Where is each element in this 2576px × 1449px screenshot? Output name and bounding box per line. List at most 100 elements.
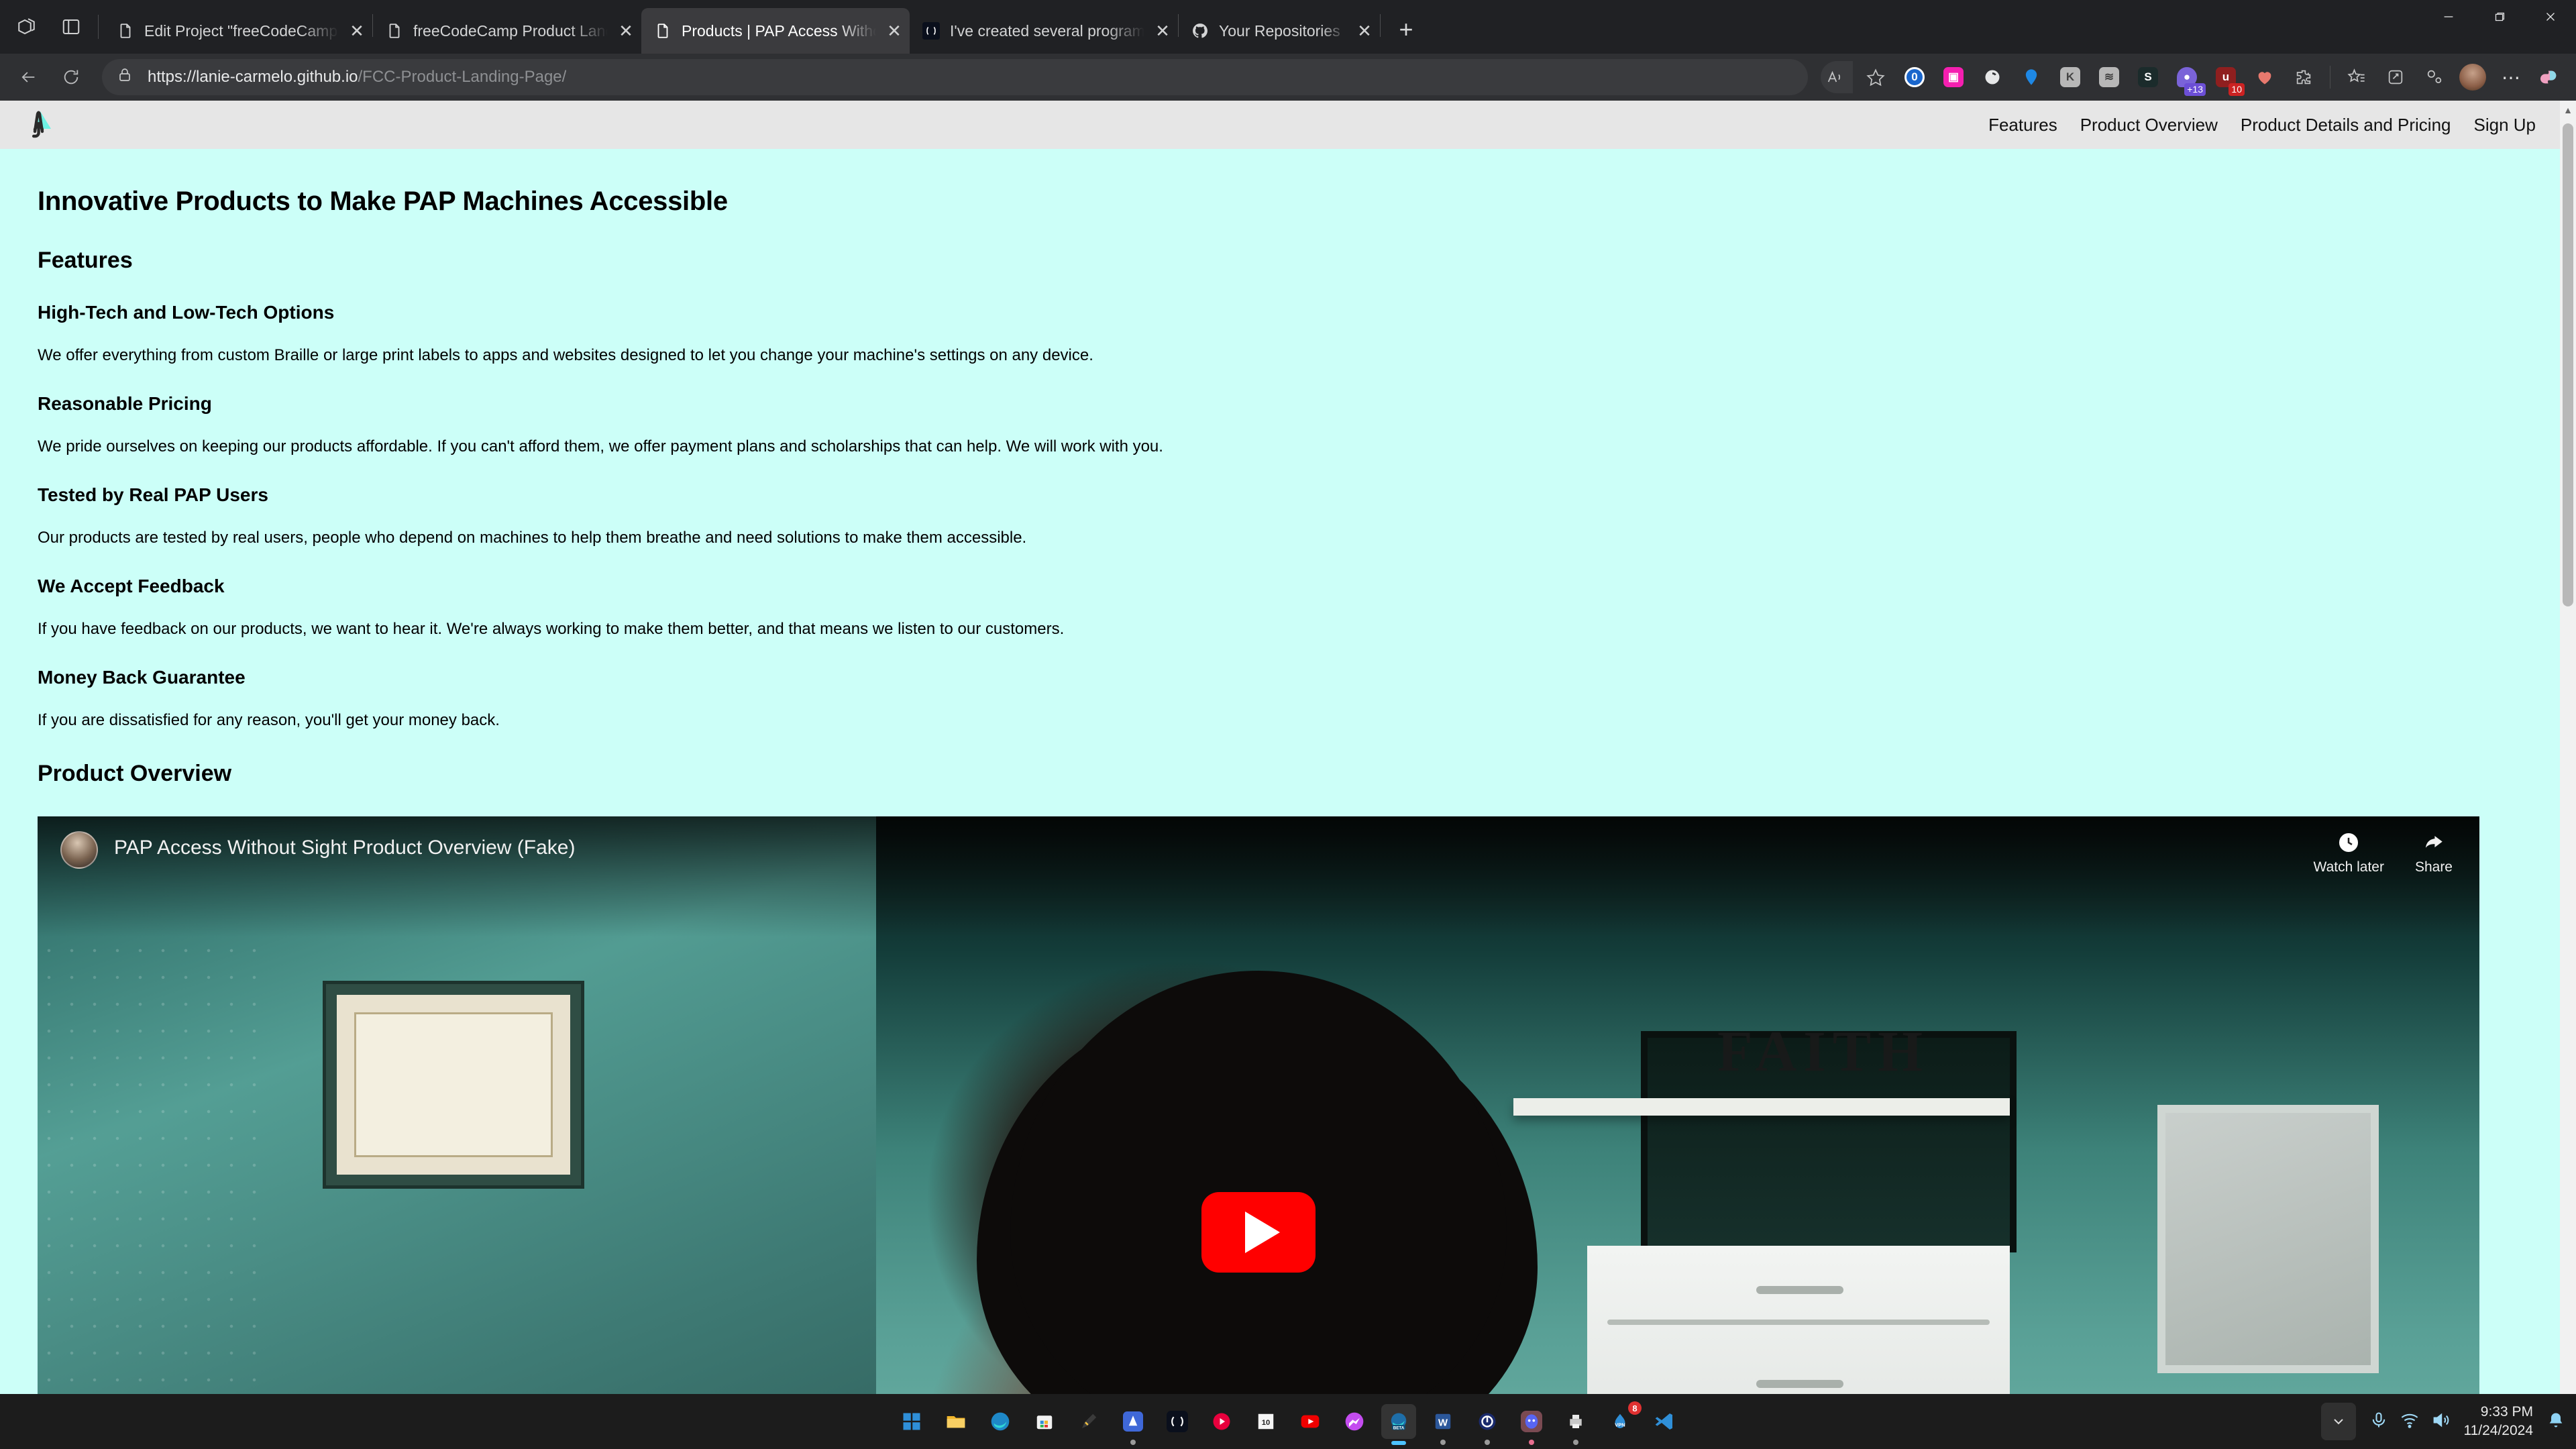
youtube-button[interactable]	[1293, 1404, 1328, 1439]
tab-close-icon[interactable]: ✕	[345, 19, 368, 42]
browser-tab[interactable]: freeCodeCamp Product Landing P ✕	[373, 8, 641, 54]
tab-close-icon[interactable]: ✕	[1353, 19, 1376, 42]
tab-title: Edit Project "freeCodeCamp Prod	[144, 21, 339, 40]
calendar-button[interactable]: 10	[1248, 1404, 1283, 1439]
taskbar-clock[interactable]: 9:33 PM 11/24/2024	[2463, 1403, 2533, 1441]
share-video-button[interactable]: Share	[2415, 831, 2453, 875]
feature-body: If you are dissatisfied for any reason, …	[38, 711, 500, 729]
maximize-icon[interactable]	[2474, 0, 2525, 34]
share-label: Share	[2414, 859, 2453, 875]
purple-extension-icon[interactable]: ● +13	[2171, 61, 2206, 96]
new-tab-button[interactable]: +	[1389, 12, 1424, 47]
printer-button[interactable]	[1558, 1404, 1593, 1445]
pap-access-logo[interactable]	[20, 106, 58, 144]
close-icon[interactable]	[2525, 0, 2576, 34]
rss-feed-icon[interactable]: ≋	[2093, 61, 2125, 93]
read-aloud-icon[interactable]	[1821, 61, 1853, 93]
heart-extension-icon[interactable]	[2249, 61, 2281, 93]
show-hidden-icons-chevron[interactable]	[2321, 1403, 2357, 1440]
video-right-wall-frame	[2157, 1105, 2379, 1373]
browser-tab[interactable]: Your Repositories ✕	[1179, 8, 1380, 54]
taskbar-running-dot	[1440, 1440, 1446, 1445]
address-bar[interactable]: https://lanie-carmelo.github.io/FCC-Prod…	[102, 59, 1808, 95]
messenger-button[interactable]	[1337, 1404, 1372, 1439]
youtube-music-button[interactable]	[1204, 1404, 1239, 1439]
browser-tab[interactable]: I've created several programming ✕	[910, 8, 1178, 54]
svg-text:VPN: VPN	[1615, 1422, 1625, 1428]
browser-settings-icon[interactable]: ⋯	[2495, 61, 2527, 93]
scroll-up-arrow-icon[interactable]: ▲	[2560, 101, 2576, 119]
microsoft-word-button[interactable]: W	[1426, 1404, 1460, 1445]
browser-tab[interactable]: Edit Project "freeCodeCamp Prod ✕	[104, 8, 372, 54]
copilot-icon[interactable]	[2534, 61, 2566, 93]
product-overview-video[interactable]: FAITH PAP Access Without Sight Product O…	[38, 816, 2479, 1426]
ublock-origin-icon[interactable]: u 10	[2210, 61, 2245, 96]
tab-title: Your Repositories	[1219, 21, 1340, 40]
back-arrow-icon[interactable]	[9, 58, 47, 96]
page-scrollbar[interactable]: ▲ ▼	[2560, 101, 2576, 1426]
microsoft-store-button[interactable]	[1027, 1404, 1062, 1439]
system-tray: 9:33 PM 11/24/2024	[2321, 1403, 2565, 1441]
feature-heading: Tested by Real PAP Users	[38, 484, 268, 505]
freecodecamp-icon	[922, 21, 941, 40]
watch-later-button[interactable]: Watch later	[2314, 831, 2384, 875]
pink-extension-icon[interactable]: ▣	[1937, 61, 1970, 93]
refresh-icon[interactable]	[52, 58, 90, 96]
grammarly-extension-icon[interactable]	[1976, 61, 2008, 93]
s-extension-icon[interactable]: S	[2132, 61, 2164, 93]
share-icon[interactable]	[2379, 61, 2412, 93]
window-controls	[2423, 0, 2576, 54]
tab-search-icon[interactable]	[9, 8, 47, 46]
edge-beta-button[interactable]: BETA	[1381, 1404, 1416, 1445]
tab-close-icon[interactable]: ✕	[614, 19, 637, 42]
nav-link-product-overview[interactable]: Product Overview	[2080, 115, 2218, 136]
favorite-star-icon[interactable]	[1860, 61, 1892, 93]
browser-essentials-icon[interactable]	[2418, 61, 2451, 93]
discord-button[interactable]	[1514, 1404, 1549, 1445]
scrollbar-thumb[interactable]	[2563, 123, 2573, 606]
collections-icon[interactable]	[2341, 61, 2373, 93]
browser-tab-active[interactable]: Products | PAP Access Without Sig ✕	[641, 8, 910, 54]
volume-icon[interactable]	[2431, 1411, 2450, 1433]
minimize-icon[interactable]	[2423, 0, 2474, 34]
nav-link-product-details-and-pricing[interactable]: Product Details and Pricing	[2241, 115, 2451, 136]
file-explorer-button[interactable]	[938, 1404, 973, 1439]
youtube-play-button[interactable]	[1201, 1192, 1316, 1273]
sail-app-button[interactable]	[1116, 1404, 1150, 1445]
channel-avatar[interactable]	[60, 831, 98, 869]
notification-bell-icon[interactable]	[2546, 1411, 2565, 1433]
video-actions: Watch later Share	[2314, 831, 2453, 875]
taskbar-items: 10 BETA W VPN 8	[894, 1401, 1682, 1445]
wifi-icon[interactable]	[2400, 1411, 2419, 1433]
microsoft-edge-button[interactable]	[983, 1404, 1018, 1439]
k-extension-icon[interactable]: K	[2054, 61, 2086, 93]
nav-link-features[interactable]: Features	[1988, 115, 2057, 136]
freecodecamp-button[interactable]	[1160, 1404, 1195, 1439]
start-button[interactable]	[894, 1404, 929, 1439]
nav-link-sign-up[interactable]: Sign Up	[2474, 115, 2536, 136]
profile-avatar[interactable]	[2459, 64, 2486, 91]
page-title: Innovative Products to Make PAP Machines…	[38, 186, 728, 216]
location-pin-icon[interactable]	[2015, 61, 2047, 93]
extension-badge-count: +13	[2184, 83, 2206, 96]
torch-app-button[interactable]: VPN 8	[1603, 1401, 1642, 1439]
url-path: /FCC-Product-Landing-Page/	[358, 68, 567, 86]
split-screen-icon[interactable]	[52, 8, 90, 46]
url-text: https://lanie-carmelo.github.io/FCC-Prod…	[148, 68, 566, 87]
onepassword-extension-icon[interactable]: 0	[1898, 61, 1931, 93]
extensions-toolbar: 0 ▣ K ≋ S ● +13 u 10 ⋯	[1817, 61, 2569, 96]
paint-button[interactable]	[1071, 1404, 1106, 1439]
browser-window: Edit Project "freeCodeCamp Prod ✕ freeCo…	[0, 0, 2576, 1426]
clock-time: 9:33 PM	[2480, 1403, 2533, 1419]
share-arrow-icon	[2425, 836, 2443, 848]
vs-code-button[interactable]	[1647, 1404, 1682, 1439]
web-page: Features Product Overview Product Detail…	[0, 101, 2576, 1426]
onepassword-taskbar-button[interactable]	[1470, 1404, 1505, 1445]
microphone-icon[interactable]	[2369, 1411, 2388, 1433]
tab-close-icon[interactable]: ✕	[883, 19, 906, 42]
tab-close-icon[interactable]: ✕	[1151, 19, 1174, 42]
puzzle-extensions-icon[interactable]	[2288, 61, 2320, 93]
browser-toolbar: https://lanie-carmelo.github.io/FCC-Prod…	[0, 54, 2576, 101]
windows-taskbar: 10 BETA W VPN 8 9:33 PM 11/24/2024	[0, 1394, 2576, 1449]
video-title[interactable]: PAP Access Without Sight Product Overvie…	[114, 837, 575, 859]
